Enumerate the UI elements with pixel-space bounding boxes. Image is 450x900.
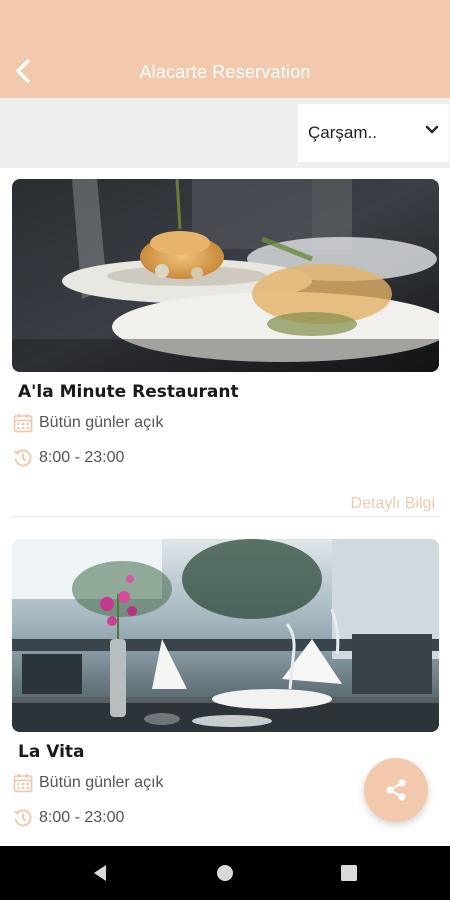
history-clock-icon bbox=[12, 447, 34, 469]
restaurant-card[interactable]: A'la Minute Restaurant Bütün günler açık bbox=[12, 179, 439, 519]
circle-home-icon bbox=[217, 865, 233, 881]
system-nav-bar bbox=[0, 846, 450, 900]
nav-recents-button[interactable] bbox=[336, 860, 362, 886]
restaurant-name: A'la Minute Restaurant bbox=[18, 382, 239, 402]
hours-row: 8:00 - 23:00 bbox=[12, 447, 124, 469]
page-title: Alacarte Reservation bbox=[139, 62, 311, 82]
chevron-down-icon bbox=[425, 125, 439, 134]
open-days-text: Bütün günler açık bbox=[39, 414, 164, 431]
restaurant-name: La Vita bbox=[18, 742, 85, 762]
restaurant-list[interactable]: A'la Minute Restaurant Bütün günler açık bbox=[0, 168, 450, 846]
hours-text: 8:00 - 23:00 bbox=[39, 809, 125, 826]
day-dropdown[interactable]: Çarşam.. bbox=[298, 104, 449, 162]
nav-home-button[interactable] bbox=[212, 860, 238, 886]
app-bar: Alacarte Reservation bbox=[0, 0, 450, 98]
nav-back-button[interactable] bbox=[88, 860, 114, 886]
history-clock-icon bbox=[12, 807, 34, 829]
details-link[interactable]: Detaylı Bilgi bbox=[351, 495, 435, 513]
share-button[interactable] bbox=[364, 758, 428, 822]
share-icon bbox=[386, 779, 406, 801]
day-dropdown-value: Çarşam.. bbox=[308, 123, 377, 142]
hours-row: 8:00 - 23:00 bbox=[12, 807, 124, 829]
calendar-icon bbox=[12, 772, 34, 794]
open-days-text: Bütün günler açık bbox=[39, 774, 164, 791]
open-days-row: Bütün günler açık bbox=[12, 412, 164, 434]
square-recents-icon bbox=[341, 865, 357, 881]
card-divider bbox=[12, 516, 439, 517]
open-days-row: Bütün günler açık bbox=[12, 772, 164, 794]
hours-text: 8:00 - 23:00 bbox=[39, 449, 125, 466]
restaurant-photo bbox=[12, 179, 439, 372]
restaurant-photo bbox=[12, 539, 439, 732]
triangle-back-icon bbox=[94, 865, 106, 881]
calendar-icon bbox=[12, 412, 34, 434]
